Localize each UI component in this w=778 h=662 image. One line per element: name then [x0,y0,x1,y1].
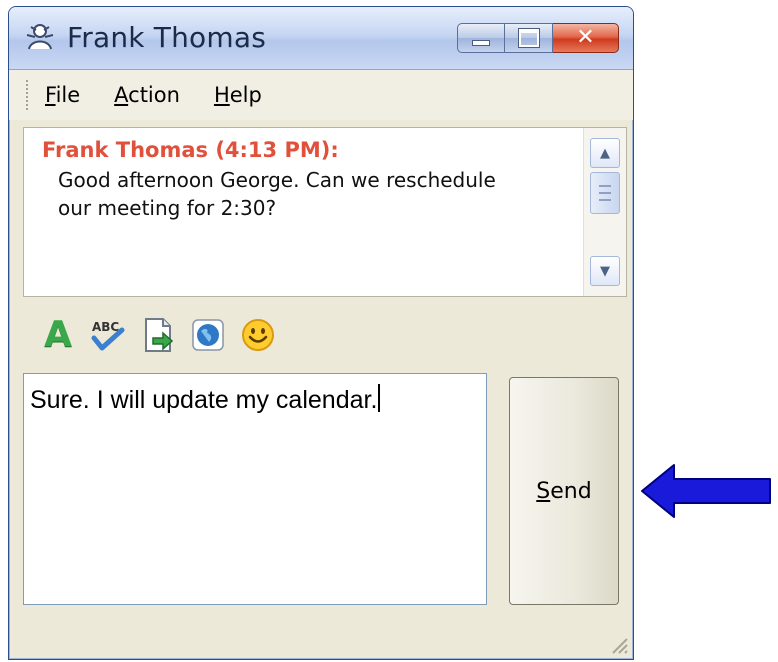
message-body: Good afternoon George. Can we reschedule… [58,166,570,222]
history-scrollbar[interactable]: ▲ ▼ [583,128,626,296]
minimize-icon [472,40,490,46]
message-entry: Frank Thomas (4:13 PM): Good afternoon G… [42,138,570,222]
menu-grip-handle[interactable] [25,79,29,111]
web-button[interactable] [189,316,227,354]
menu-file[interactable]: File [45,83,80,107]
arrow-pointer-icon [641,464,771,518]
font-color-icon: A [44,314,72,355]
menu-action[interactable]: Action [114,83,180,107]
format-toolbar: A ABC [39,313,289,357]
message-line: Good afternoon George. Can we reschedule [58,168,496,192]
text-cursor [378,384,381,412]
globe-icon [192,319,224,351]
svg-text:ABC: ABC [92,320,119,334]
close-icon: ✕ [576,25,595,50]
minimize-button[interactable] [457,23,505,53]
maximize-icon [518,29,539,47]
emoticon-button[interactable] [239,316,277,354]
scroll-thumb[interactable] [590,172,620,214]
message-input[interactable]: Sure. I will update my calendar. [23,373,487,605]
grip-lines-icon [599,185,611,201]
menu-help[interactable]: Help [214,83,262,107]
arrow-down-icon: ▼ [600,263,610,279]
send-button[interactable]: Send [509,377,619,605]
window-controls: ✕ [457,23,619,53]
message-sender: Frank Thomas (4:13 PM): [42,138,339,162]
font-color-button[interactable]: A [39,316,77,354]
resize-grip-icon[interactable] [607,633,629,655]
window-title: Frank Thomas [67,21,267,54]
message-input-text: Sure. I will update my calendar. [30,386,378,414]
spell-check-icon: ABC [91,320,125,351]
close-button[interactable]: ✕ [553,23,619,53]
scroll-up-button[interactable]: ▲ [590,138,620,168]
send-label: end [550,478,592,504]
send-accel: S [536,478,551,504]
scroll-down-button[interactable]: ▼ [590,256,620,286]
send-file-button[interactable] [139,316,177,354]
title-bar[interactable]: Frank Thomas ✕ [9,7,633,70]
menu-bar: File Action Help [9,70,633,120]
spell-check-button[interactable]: ABC [89,316,127,354]
chat-window: Frank Thomas ✕ File Action Help Frank Th… [8,6,634,660]
smiley-icon [242,319,274,351]
conversation-history[interactable]: Frank Thomas (4:13 PM): Good afternoon G… [23,127,627,297]
send-file-icon [145,318,174,352]
arrow-up-icon: ▲ [600,145,610,161]
message-line: our meeting for 2:30? [58,196,277,220]
maximize-button[interactable] [505,23,553,53]
messenger-app-icon [26,24,54,50]
